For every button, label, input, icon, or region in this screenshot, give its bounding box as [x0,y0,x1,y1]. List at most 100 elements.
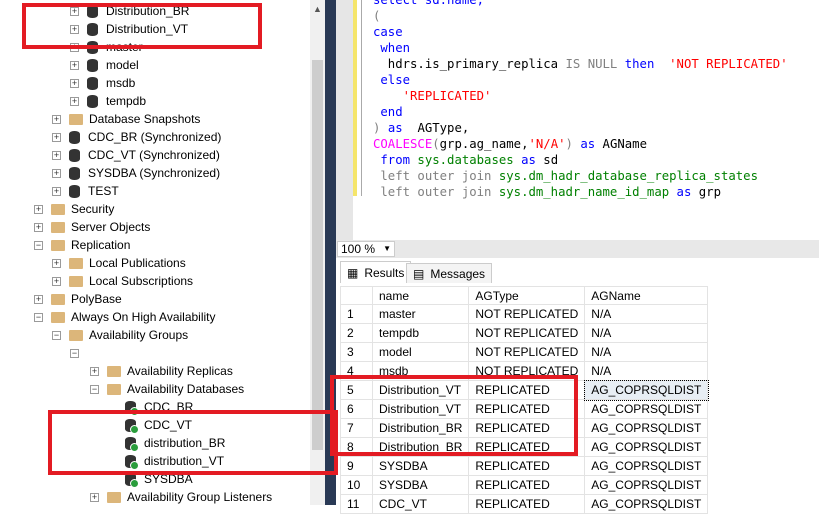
row-number[interactable]: 1 [340,304,373,324]
expand-icon[interactable]: + [52,132,61,142]
scroll-up-icon[interactable]: ▲ [313,4,322,14]
expand-icon[interactable]: + [52,276,61,286]
tree-node[interactable]: + Database Snapshots [52,110,200,128]
folder-icon [51,311,65,323]
table-row[interactable]: 11 CDC_VT REPLICATED AG_COPRSQLDIST [340,494,709,514]
tree-node[interactable]: + Server Objects [34,218,150,236]
table-cell[interactable]: REPLICATED [468,475,586,495]
collapse-icon[interactable]: − [52,330,61,340]
tree-node[interactable]: + Security [34,200,114,218]
code-token: as [676,185,699,199]
table-row[interactable]: 10 SYSDBA REPLICATED AG_COPRSQLDIST [340,475,709,495]
scrollbar-thumb[interactable] [312,60,323,450]
table-cell[interactable]: N/A [584,361,709,381]
table-cell[interactable]: REPLICATED [468,494,586,514]
tree-node[interactable]: + Availability Group Listeners [90,488,272,505]
zoom-value: 100 % [341,242,376,256]
tree-node[interactable]: + tempdb [70,92,146,110]
tree-node[interactable]: + SYSDBA (Synchronized) [52,164,220,182]
tree-node[interactable]: + CDC_BR (Synchronized) [52,128,221,146]
row-number[interactable]: 9 [340,456,373,476]
tree-node[interactable]: + msdb [70,74,135,92]
folder-icon [51,239,65,251]
table-cell[interactable]: AG_COPRSQLDIST [583,379,709,401]
table-cell[interactable]: NOT REPLICATED [468,342,586,362]
tree-node[interactable]: + TEST [52,182,119,200]
code-token: from [373,153,418,167]
collapse-icon[interactable]: − [90,384,99,394]
zoom-select[interactable]: 100 % ▼ [337,241,395,257]
table-cell[interactable]: AG_COPRSQLDIST [584,399,709,419]
table-cell[interactable]: AG_COPRSQLDIST [584,494,709,514]
row-number[interactable]: 10 [340,475,373,495]
column-header[interactable]: AGType [468,286,586,305]
tree-node[interactable]: − [70,344,87,362]
table-cell[interactable]: AG_COPRSQLDIST [584,475,709,495]
collapse-icon[interactable]: − [34,312,43,322]
expand-icon[interactable]: + [52,168,61,178]
tree-node[interactable]: − Availability Databases [90,380,244,398]
table-row[interactable]: 1 master NOT REPLICATED N/A [340,304,709,324]
table-cell[interactable]: NOT REPLICATED [468,304,586,324]
expand-icon[interactable]: + [70,78,79,88]
tree-node-label: SYSDBA (Synchronized) [88,166,221,180]
tree-node[interactable]: − Replication [34,236,130,254]
tab-results[interactable]: ▦ Results [340,261,412,283]
expand-icon[interactable]: + [52,258,61,268]
table-cell[interactable]: AG_COPRSQLDIST [584,456,709,476]
database-icon [87,76,98,90]
tree-node[interactable]: + CDC_VT (Synchronized) [52,146,220,164]
expand-icon[interactable]: + [90,492,99,502]
expand-icon[interactable]: + [52,186,61,196]
tree-node[interactable]: + Local Subscriptions [52,272,193,290]
tree-node[interactable]: + model [70,56,139,74]
code-line: 'REPLICATED' [373,88,492,104]
collapse-icon[interactable]: − [34,240,43,250]
tab-label: Messages [430,266,486,281]
expand-icon[interactable]: + [70,96,79,106]
tab-messages[interactable]: ▤ Messages [406,263,493,283]
expand-icon[interactable]: + [34,204,43,214]
table-cell[interactable]: CDC_VT [371,494,470,514]
tree-node-label: Database Snapshots [89,112,201,126]
table-cell[interactable]: model [371,342,470,362]
row-number[interactable]: 2 [340,323,373,343]
code-token: end [373,105,403,119]
query-editor[interactable]: select sd.name,(case when hdrs.is_primar… [353,0,819,240]
table-cell[interactable]: N/A [584,342,709,362]
table-row[interactable]: 2 tempdb NOT REPLICATED N/A [340,323,709,343]
code-token: grp.ag_name, [439,137,529,151]
table-cell[interactable]: AG_COPRSQLDIST [584,418,709,438]
row-number[interactable]: 11 [340,494,373,514]
column-header[interactable]: name [371,286,470,305]
tree-node[interactable]: − Availability Groups [52,326,188,344]
database-icon [87,94,98,108]
table-cell[interactable]: REPLICATED [468,456,586,476]
table-cell[interactable]: master [371,304,470,324]
expand-icon[interactable]: + [34,222,43,232]
table-cell[interactable]: NOT REPLICATED [468,323,586,343]
expand-icon[interactable]: + [52,114,61,124]
table-cell[interactable]: AG_COPRSQLDIST [584,437,709,457]
expand-icon[interactable]: + [52,150,61,160]
expand-icon[interactable]: + [70,60,79,70]
collapse-icon[interactable]: − [70,348,79,358]
row-number[interactable]: 3 [340,342,373,362]
table-row[interactable]: 9 SYSDBA REPLICATED AG_COPRSQLDIST [340,456,709,476]
expand-icon[interactable]: + [90,366,99,376]
tree-node[interactable]: + Local Publications [52,254,186,272]
folder-icon [69,257,83,269]
tree-node[interactable]: − Always On High Availability [34,308,216,326]
table-cell[interactable]: tempdb [371,323,470,343]
table-cell[interactable]: SYSDBA [371,456,470,476]
table-cell[interactable]: SYSDBA [371,475,470,495]
tree-node[interactable]: + PolyBase [34,290,122,308]
column-header[interactable]: AGName [584,286,709,305]
table-row[interactable]: 3 model NOT REPLICATED N/A [340,342,709,362]
tree-node[interactable]: + Availability Replicas [90,362,233,380]
change-marker [353,0,357,196]
expand-icon[interactable]: + [34,294,43,304]
table-cell[interactable]: N/A [584,304,709,324]
code-line: from sys.databases as sd [373,152,558,168]
table-cell[interactable]: N/A [584,323,709,343]
